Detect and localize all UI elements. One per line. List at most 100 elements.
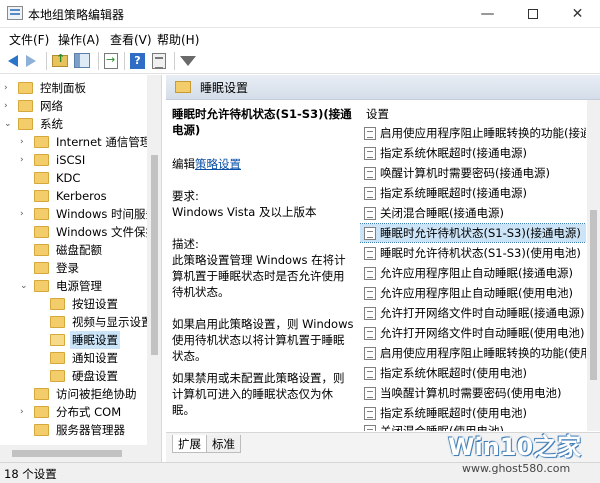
menu-action[interactable]: 操作(A) xyxy=(58,31,100,48)
tree-item-label: Windows 时间服务 xyxy=(56,207,157,221)
setting-label: 睡眠时允许待机状态(S1-S3)(使用电池) xyxy=(380,246,581,260)
window-title: 本地组策略编辑器 xyxy=(28,8,125,22)
expander-icon[interactable]: ⌄ xyxy=(20,277,30,295)
details-pane: 睡眠设置 睡眠时允许待机状态(S1-S3)(接通电源) 编辑策略设置 要求: W… xyxy=(166,75,600,462)
export-list-icon xyxy=(104,53,118,69)
setting-label: 睡眠时允许待机状态(S1-S3)(接通电源) xyxy=(380,226,581,240)
folder-icon xyxy=(34,244,49,256)
folder-icon xyxy=(34,262,49,274)
watermark-logo: Win10之家 xyxy=(448,433,582,461)
maximize-button[interactable] xyxy=(510,0,555,28)
up-level-button[interactable] xyxy=(52,52,70,70)
policy-setting-icon xyxy=(364,425,376,431)
setting-label: 指定系统睡眠超时(使用电池) xyxy=(380,406,527,420)
title-bar: 本地组策略编辑器 — ✕ xyxy=(0,0,600,28)
policy-editor-app-icon xyxy=(7,6,23,20)
setting-label: 允许应用程序阻止自动睡眠(接通电源) xyxy=(380,266,573,280)
requirement-value: Windows Vista 及以上版本 xyxy=(172,205,317,219)
tree-horizontal-scrollbar[interactable] xyxy=(0,445,161,462)
tree-pane: › 控制面板 › 网络 ⌄ 系统 › Internet 通信管理 › iSCSI KDC … xyxy=(0,75,162,462)
tab-standard[interactable]: 标准 xyxy=(206,435,241,453)
setting-row[interactable]: 允许打开网络文件时自动睡眠(使用电池) xyxy=(360,324,586,342)
tree-item-label: Internet 通信管理 xyxy=(56,135,152,149)
folder-icon xyxy=(50,352,65,364)
settings-column-header[interactable]: 设置 xyxy=(366,106,389,122)
tree-item-label: 分布式 COM xyxy=(56,405,122,419)
minimize-button[interactable]: — xyxy=(465,0,510,28)
expander-icon[interactable]: › xyxy=(4,97,14,115)
scrollbar-thumb[interactable] xyxy=(12,450,122,457)
toolbar: ? xyxy=(0,48,600,74)
expander-icon[interactable]: › xyxy=(20,151,30,169)
setting-row[interactable]: 启用使应用程序阻止睡眠转换的功能(使用 xyxy=(360,344,586,362)
watermark: Win10之家 www.ghost580.com xyxy=(448,424,600,483)
settings-vertical-scrollbar[interactable] xyxy=(587,100,600,431)
folder-icon xyxy=(18,100,33,112)
setting-row-selected[interactable]: 睡眠时允许待机状态(S1-S3)(接通电源) xyxy=(360,223,586,243)
setting-row[interactable]: 睡眠时允许待机状态(S1-S3)(使用电池) xyxy=(360,244,586,262)
edit-policy-link[interactable]: 策略设置 xyxy=(195,157,241,171)
tree-item-label: 系统 xyxy=(40,117,63,131)
setting-row[interactable]: 允许应用程序阻止自动睡眠(接通电源) xyxy=(360,264,586,282)
policy-setting-icon xyxy=(364,367,376,380)
tab-extended[interactable]: 扩展 xyxy=(172,435,207,453)
toolbar-separator xyxy=(98,52,99,70)
expander-icon[interactable]: › xyxy=(20,133,30,151)
watermark-url: www.ghost580.com xyxy=(462,462,571,475)
folder-icon xyxy=(34,226,49,238)
expander-icon[interactable]: ⌄ xyxy=(4,115,14,133)
tree-vertical-scrollbar[interactable] xyxy=(147,75,161,445)
back-icon xyxy=(8,55,18,67)
setting-row[interactable]: 指定系统睡眠超时(接通电源) xyxy=(360,184,586,202)
policy-setting-icon xyxy=(364,247,376,260)
setting-row[interactable]: 指定系统休眠超时(使用电池) xyxy=(360,364,586,382)
setting-label: 允许打开网络文件时自动睡眠(接通电源) xyxy=(380,306,585,320)
tree-item-label: 睡眠设置 xyxy=(70,331,120,349)
folder-open-icon xyxy=(175,81,191,93)
policy-setting-icon xyxy=(364,147,376,160)
setting-row[interactable]: 指定系统睡眠超时(使用电池) xyxy=(360,404,586,422)
expander-icon[interactable]: › xyxy=(4,79,14,97)
up-folder-icon xyxy=(52,52,68,67)
setting-row[interactable]: 启用使应用程序阻止睡眠转换的功能(接通 xyxy=(360,124,586,142)
setting-label: 关闭混合睡眠(接通电源) xyxy=(380,206,504,220)
folder-icon xyxy=(34,190,49,202)
forward-button[interactable] xyxy=(22,52,40,70)
properties-button[interactable] xyxy=(152,52,170,70)
policy-setting-icon xyxy=(364,287,376,300)
back-button[interactable] xyxy=(4,52,22,70)
menu-view[interactable]: 查看(V) xyxy=(110,31,152,48)
setting-label: 指定系统睡眠超时(接通电源) xyxy=(380,186,527,200)
folder-icon xyxy=(34,208,49,220)
scrollbar-thumb[interactable] xyxy=(151,155,158,355)
filter-button[interactable] xyxy=(180,52,198,70)
help-button[interactable]: ? xyxy=(130,52,148,70)
folder-icon xyxy=(34,406,49,418)
forward-icon xyxy=(26,55,36,67)
setting-row[interactable]: 指定系统休眠超时(接通电源) xyxy=(360,144,586,162)
folder-icon xyxy=(50,316,65,328)
pane-header-title: 睡眠设置 xyxy=(200,81,249,95)
expander-icon[interactable]: › xyxy=(20,205,30,223)
tree-item-label: 视频与显示设置 xyxy=(72,315,153,329)
expander-icon[interactable]: › xyxy=(20,403,30,421)
close-button[interactable]: ✕ xyxy=(555,0,600,28)
scrollbar-thumb[interactable] xyxy=(590,210,597,380)
show-tree-button[interactable] xyxy=(74,52,92,70)
menu-bar: 文件(F) 操作(A) 查看(V) 帮助(H) xyxy=(0,28,600,48)
setting-row[interactable]: 唤醒计算机时需要密码(接通电源) xyxy=(360,164,586,182)
tree-item-label: Kerberos xyxy=(56,189,107,203)
menu-help[interactable]: 帮助(H) xyxy=(157,31,199,48)
setting-row[interactable]: 允许应用程序阻止自动睡眠(使用电池) xyxy=(360,284,586,302)
policy-setting-icon xyxy=(364,347,376,360)
show-tree-icon xyxy=(74,53,90,68)
menu-file[interactable]: 文件(F) xyxy=(9,31,49,48)
setting-row[interactable]: 允许打开网络文件时自动睡眠(接通电源) xyxy=(360,304,586,322)
setting-row[interactable]: 当唤醒计算机时需要密码(使用电池) xyxy=(360,384,586,402)
setting-label: 唤醒计算机时需要密码(接通电源) xyxy=(380,166,550,180)
setting-row[interactable]: 关闭混合睡眠(接通电源) xyxy=(360,204,586,222)
maximize-icon xyxy=(527,9,538,19)
policy-setting-icon xyxy=(364,387,376,400)
properties-icon xyxy=(152,53,166,69)
export-list-button[interactable] xyxy=(104,52,122,70)
